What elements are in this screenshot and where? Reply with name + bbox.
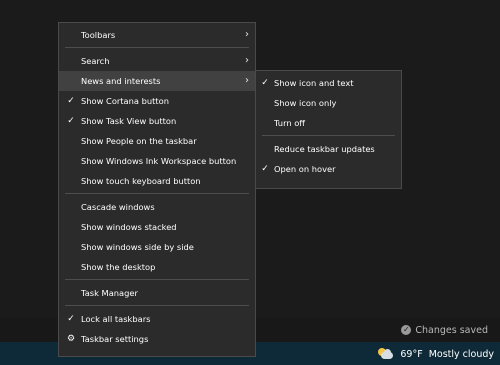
gear-icon: ⚙: [66, 334, 76, 344]
news-and-interests-widget[interactable]: 69°F Mostly cloudy: [378, 346, 494, 362]
menu-separator: [65, 305, 249, 306]
menu-item-search[interactable]: Search ›: [59, 51, 255, 71]
checkmark-icon: ✓: [261, 78, 269, 88]
chevron-right-icon: ›: [245, 55, 249, 66]
menu-separator: [262, 135, 395, 136]
partly-cloudy-icon: [378, 348, 394, 360]
menu-item-show-windows-stacked[interactable]: Show windows stacked: [59, 217, 255, 237]
menu-item-toolbars[interactable]: Toolbars ›: [59, 25, 255, 45]
menu-item-news-and-interests[interactable]: News and interests ›: [59, 71, 255, 91]
weather-condition: Mostly cloudy: [428, 348, 494, 360]
submenu-item-reduce-taskbar-updates[interactable]: Reduce taskbar updates: [256, 139, 401, 159]
submenu-item-show-icon-and-text[interactable]: ✓ Show icon and text: [256, 73, 401, 93]
menu-separator: [65, 279, 249, 280]
taskbar-context-menu: Toolbars › Search › News and interests ›…: [58, 22, 256, 357]
menu-item-show-task-view-button[interactable]: ✓ Show Task View button: [59, 111, 255, 131]
changes-saved-status: ✓ Changes saved: [401, 322, 488, 338]
submenu-item-show-icon-only[interactable]: Show icon only: [256, 93, 401, 113]
submenu-item-turn-off[interactable]: Turn off: [256, 113, 401, 133]
weather-temperature: 69°F: [400, 348, 423, 360]
checkmark-icon: ✓: [67, 116, 75, 126]
submenu-item-open-on-hover[interactable]: ✓ Open on hover: [256, 159, 401, 179]
menu-item-lock-all-taskbars[interactable]: ✓ Lock all taskbars: [59, 309, 255, 329]
menu-item-show-ink-workspace[interactable]: Show Windows Ink Workspace button: [59, 151, 255, 171]
menu-item-task-manager[interactable]: Task Manager: [59, 283, 255, 303]
menu-item-taskbar-settings[interactable]: ⚙ Taskbar settings: [59, 329, 255, 349]
menu-item-show-windows-side-by-side[interactable]: Show windows side by side: [59, 237, 255, 257]
checkmark-icon: ✓: [67, 96, 75, 106]
chevron-right-icon: ›: [245, 29, 249, 40]
menu-separator: [65, 193, 249, 194]
chevron-right-icon: ›: [245, 75, 249, 86]
menu-item-show-people[interactable]: Show People on the taskbar: [59, 131, 255, 151]
menu-item-show-touch-keyboard[interactable]: Show touch keyboard button: [59, 171, 255, 191]
checkmark-icon: ✓: [261, 164, 269, 174]
menu-item-show-cortana-button[interactable]: ✓ Show Cortana button: [59, 91, 255, 111]
menu-item-cascade-windows[interactable]: Cascade windows: [59, 197, 255, 217]
menu-item-show-desktop[interactable]: Show the desktop: [59, 257, 255, 277]
menu-separator: [65, 47, 249, 48]
checkmark-icon: ✓: [67, 314, 75, 324]
changes-saved-label: Changes saved: [415, 324, 488, 336]
checkmark-circle-icon: ✓: [401, 325, 412, 335]
news-and-interests-submenu: ✓ Show icon and text Show icon only Turn…: [255, 70, 402, 189]
